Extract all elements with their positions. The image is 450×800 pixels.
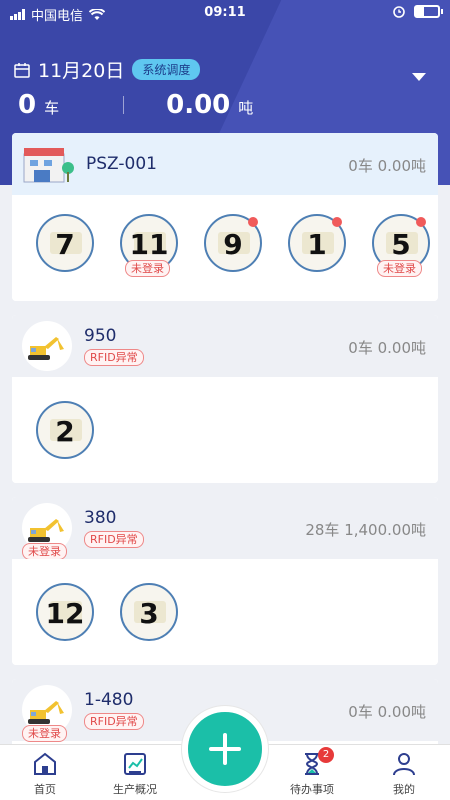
calendar-icon bbox=[14, 62, 30, 78]
excavator-icon bbox=[28, 519, 64, 542]
truck-badge[interactable]: 5 未登录 bbox=[372, 214, 430, 277]
divider bbox=[123, 96, 125, 114]
nav-home-label: 首页 bbox=[34, 783, 56, 796]
home-icon bbox=[34, 752, 56, 775]
rfid-error-tag: RFID异常 bbox=[84, 531, 144, 548]
site-stat: 0车 0.00吨 bbox=[348, 157, 426, 175]
truck-number: 12 bbox=[45, 597, 85, 630]
status-bar: 中国电信 09:11 bbox=[0, 0, 450, 26]
excavator-avatar: 未登录 bbox=[22, 685, 72, 742]
excavator-card[interactable]: 未登录 380 RFID异常 28车 1,400.00吨 12 3 bbox=[12, 497, 438, 665]
truck-badge[interactable]: 9 bbox=[204, 214, 262, 272]
truck-number: 2 bbox=[55, 415, 75, 448]
nav-home[interactable]: 首页 bbox=[5, 751, 85, 797]
dispatch-badge[interactable]: 系统调度 bbox=[132, 59, 201, 80]
excavator-name: 380 bbox=[84, 508, 117, 528]
excavator-stat: 28车 1,400.00吨 bbox=[305, 521, 426, 539]
clock: 09:11 bbox=[204, 5, 246, 20]
truck-list: 7 11 未登录 9 1 5 未登录 bbox=[12, 195, 438, 301]
total-trucks-unit: 车 bbox=[44, 99, 60, 117]
truck-number: 11 bbox=[129, 228, 169, 261]
truck-number: 1 bbox=[307, 228, 327, 261]
nav-todo[interactable]: 待办事项 2 bbox=[272, 747, 352, 797]
add-button[interactable] bbox=[182, 706, 268, 792]
rfid-error-tag: RFID异常 bbox=[84, 349, 144, 366]
truck-number: 3 bbox=[139, 597, 159, 630]
building-icon bbox=[23, 148, 74, 183]
total-trucks-value: 0 bbox=[18, 90, 37, 120]
alert-dot bbox=[416, 217, 426, 227]
truck-badge[interactable]: 1 bbox=[288, 214, 346, 272]
card-header[interactable]: 950 RFID异常 0车 0.00吨 bbox=[12, 315, 438, 377]
truck-number: 7 bbox=[55, 228, 75, 261]
nav-mine[interactable]: 我的 bbox=[364, 751, 444, 797]
alert-dot bbox=[332, 217, 342, 227]
truck-badge[interactable]: 12 bbox=[36, 583, 94, 641]
total-tons-value: 0.00 bbox=[166, 90, 231, 120]
chart-icon bbox=[124, 753, 146, 775]
nav-production-label: 生产概况 bbox=[113, 783, 157, 796]
excavator-name: 1-480 bbox=[84, 690, 134, 710]
excavator-stat: 0车 0.00吨 bbox=[348, 703, 426, 721]
card-header[interactable]: PSZ-001 0车 0.00吨 bbox=[12, 133, 438, 195]
nav-todo-label: 待办事项 bbox=[290, 783, 334, 796]
totals-summary: 0 车 0.00 吨 bbox=[18, 90, 253, 120]
not-logged-in-tag: 未登录 bbox=[377, 260, 422, 277]
date-row[interactable]: 11月20日 系统调度 bbox=[14, 56, 201, 83]
excavator-icon bbox=[28, 701, 64, 724]
excavator-icon bbox=[28, 337, 64, 360]
user-icon bbox=[393, 753, 415, 776]
site-name: PSZ-001 bbox=[86, 154, 157, 174]
excavator-name: 950 bbox=[84, 326, 117, 346]
truck-badge[interactable]: 11 未登录 bbox=[120, 214, 178, 277]
date-label[interactable]: 11月20日 bbox=[38, 56, 124, 83]
truck-badge[interactable]: 3 bbox=[120, 583, 178, 641]
not-logged-in-tag: 未登录 bbox=[22, 725, 67, 742]
card-header[interactable]: 未登录 380 RFID异常 28车 1,400.00吨 bbox=[12, 497, 438, 560]
alert-dot bbox=[248, 217, 258, 227]
rfid-error-tag: RFID异常 bbox=[84, 713, 144, 730]
nav-production[interactable]: 生产概况 bbox=[95, 751, 175, 797]
not-logged-in-tag: 未登录 bbox=[125, 260, 170, 277]
not-logged-in-tag: 未登录 bbox=[22, 543, 67, 560]
total-tons-unit: 吨 bbox=[238, 99, 254, 117]
alarm-icon bbox=[393, 6, 405, 18]
site-card[interactable]: PSZ-001 0车 0.00吨 7 11 未登录 9 1 5 未登录 bbox=[12, 133, 438, 301]
bottom-nav: 首页 生产概况 待办事项 2 我的 bbox=[0, 706, 450, 800]
truck-list: 12 3 bbox=[12, 559, 438, 665]
truck-badge[interactable]: 7 bbox=[36, 214, 94, 272]
nav-mine-label: 我的 bbox=[393, 783, 415, 796]
truck-badge[interactable]: 2 bbox=[36, 401, 94, 459]
excavator-stat: 0车 0.00吨 bbox=[348, 339, 426, 357]
truck-number: 5 bbox=[391, 228, 411, 261]
battery-icon bbox=[414, 4, 443, 18]
chevron-down-icon[interactable] bbox=[412, 73, 426, 81]
excavator-card[interactable]: 950 RFID异常 0车 0.00吨 2 bbox=[12, 315, 438, 483]
excavator-avatar bbox=[22, 321, 72, 371]
excavator-avatar: 未登录 bbox=[22, 503, 72, 560]
todo-count-badge: 2 bbox=[318, 747, 334, 763]
truck-number: 9 bbox=[223, 228, 243, 261]
truck-list: 2 bbox=[12, 377, 438, 483]
